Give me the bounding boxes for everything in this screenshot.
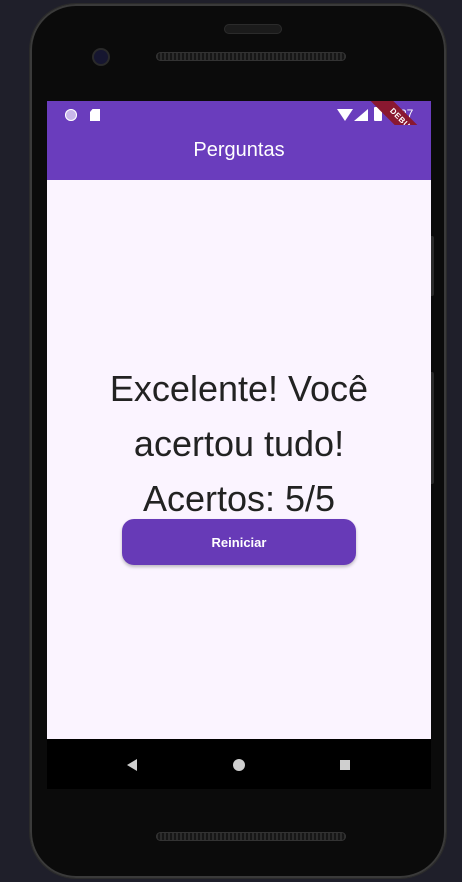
back-icon[interactable] [127, 759, 137, 771]
speaker-grill-top [156, 52, 346, 61]
wifi-icon [337, 109, 353, 121]
result-message-line-1: Excelente! Você [109, 368, 369, 409]
navigation-bar [47, 739, 431, 789]
status-bar: 8:27 DEBUG [47, 101, 431, 166]
speaker-grill-bottom [156, 832, 346, 841]
circle-notification-icon [65, 109, 77, 121]
recents-icon[interactable] [340, 760, 350, 770]
home-icon[interactable] [233, 759, 245, 771]
restart-button[interactable]: Reiniciar [122, 519, 356, 565]
result-message: Excelente! Você acertou tudo! Acertos: 5… [47, 361, 431, 526]
sd-card-icon [90, 109, 100, 121]
app-screen: 8:27 DEBUG Perguntas Excelente! Você ace… [47, 101, 431, 739]
app-bar: Perguntas [47, 125, 431, 180]
earpiece [224, 24, 282, 34]
result-message-line-2: acertou tudo! [133, 423, 345, 464]
signal-icon [354, 109, 368, 121]
phone-frame: 8:27 DEBUG Perguntas Excelente! Você ace… [30, 4, 446, 878]
front-camera-icon [94, 50, 108, 64]
page-title: Perguntas [193, 139, 285, 161]
score-text: Acertos: 5/5 [142, 478, 336, 519]
